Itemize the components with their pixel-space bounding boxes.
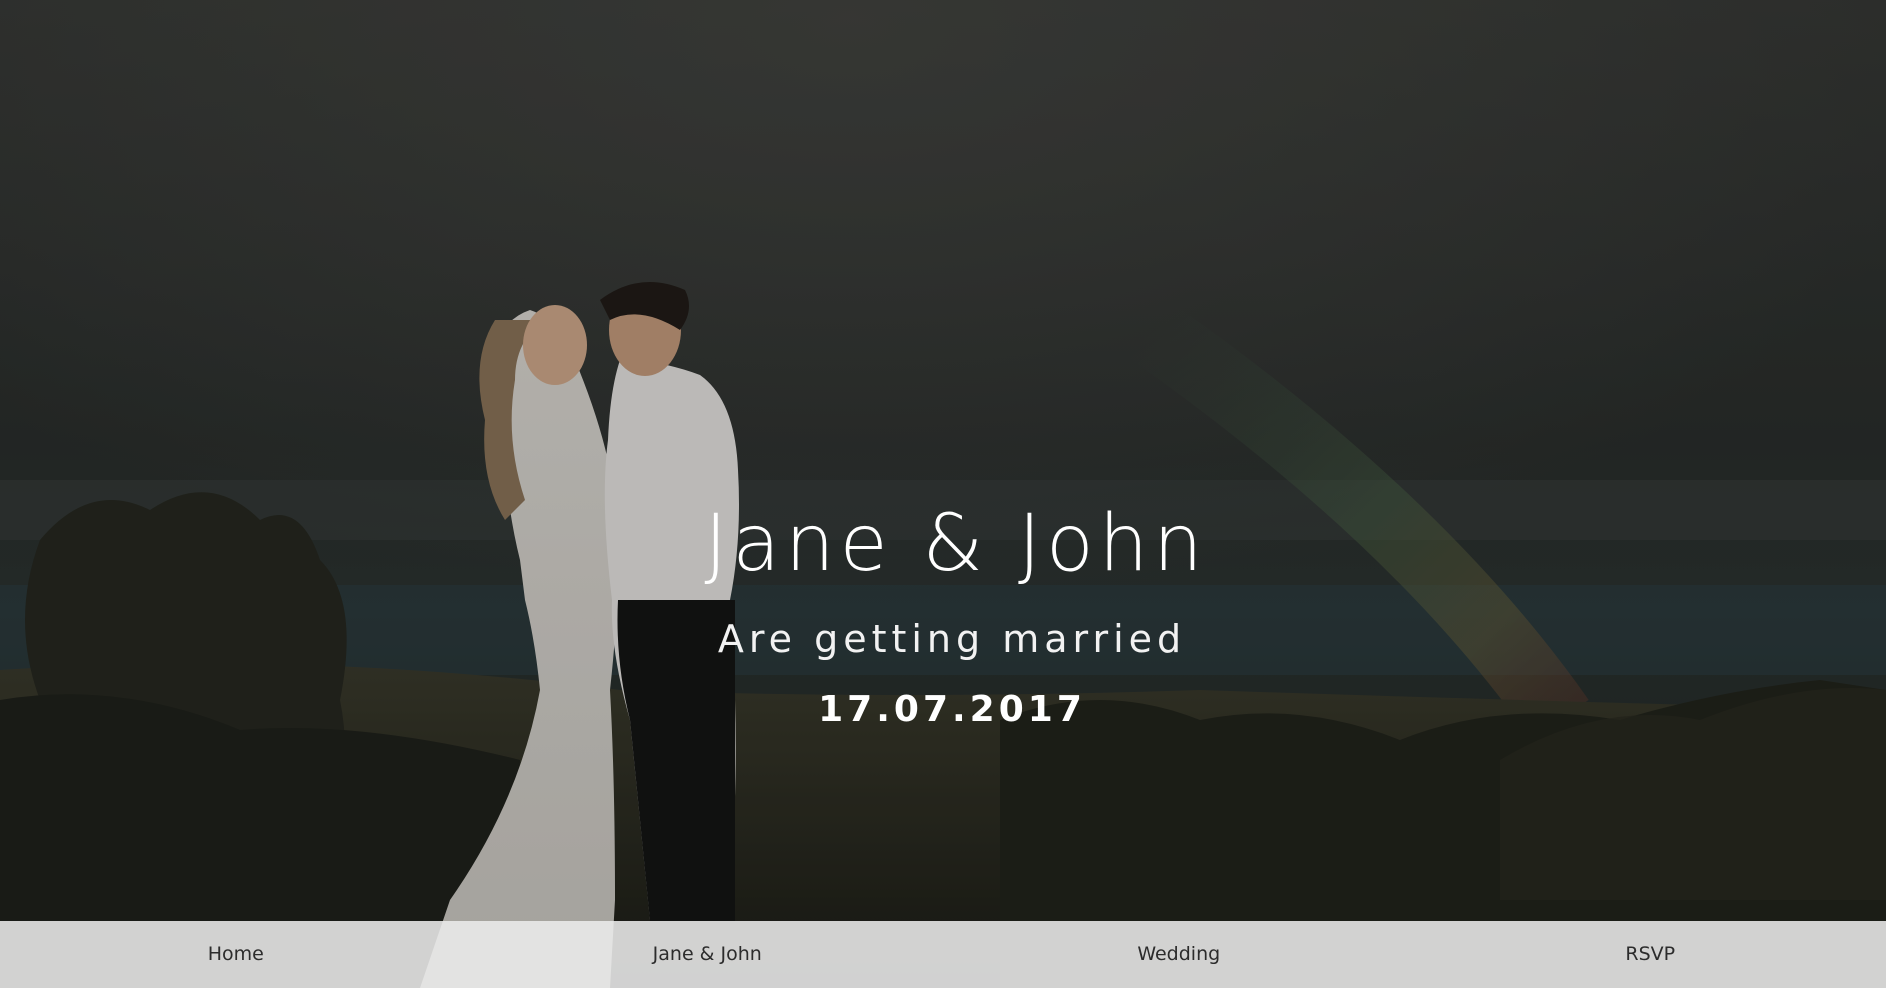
nav-item-wedding[interactable]: Wedding	[943, 921, 1415, 988]
hero-subtitle: Are getting married	[717, 617, 1187, 661]
hero-section: Jane & John Are getting married 17.07.20…	[0, 0, 1886, 988]
nav-item-rsvp[interactable]: RSVP	[1415, 921, 1886, 988]
nav-item-home[interactable]: Home	[0, 921, 472, 988]
couple-names-heading: Jane & John	[704, 499, 1208, 589]
main-navigation: Home Jane & John Wedding RSVP	[0, 921, 1886, 988]
nav-item-jane-and-john[interactable]: Jane & John	[472, 921, 944, 988]
wedding-date: 17.07.2017	[818, 689, 1086, 730]
